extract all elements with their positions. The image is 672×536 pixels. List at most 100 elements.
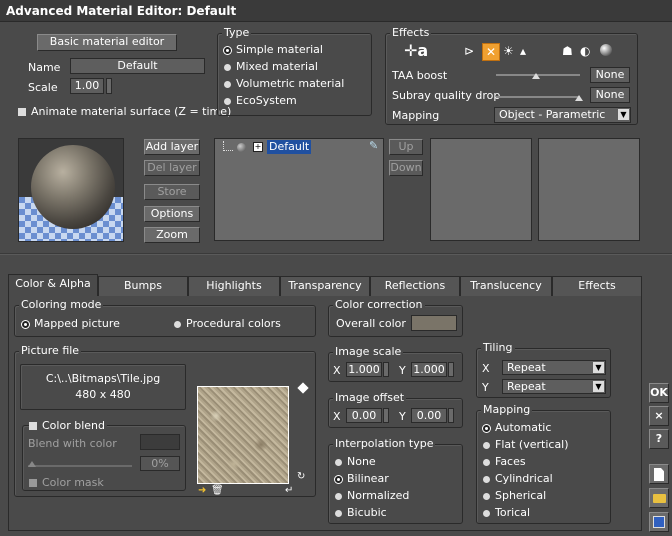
down-button[interactable]: Down — [389, 160, 423, 176]
material-preview[interactable] — [18, 138, 124, 242]
radio-icon[interactable] — [335, 475, 342, 483]
tab-transparency[interactable]: Transparency — [280, 276, 370, 296]
radio-icon[interactable] — [224, 63, 231, 71]
save-disk-icon[interactable] — [649, 512, 669, 532]
mapping-spherical[interactable]: Spherical — [483, 489, 546, 502]
layer-tree[interactable]: + Default ✎ — [214, 138, 384, 241]
radio-icon[interactable] — [483, 509, 490, 517]
checkbox-icon[interactable] — [29, 479, 37, 487]
mapping-flat[interactable]: Flat (vertical) — [483, 438, 569, 451]
offset-x-field[interactable]: 0.00 — [346, 408, 382, 423]
terrain-icon[interactable]: ▴ — [520, 44, 534, 58]
radio-icon[interactable] — [224, 46, 231, 54]
chevron-down-icon[interactable]: ▼ — [593, 362, 604, 373]
mapping-cylindrical[interactable]: Cylindrical — [483, 472, 553, 485]
scale-y-field[interactable]: 1.000 — [411, 362, 447, 377]
mapping-faces[interactable]: Faces — [483, 455, 526, 468]
tab-effects[interactable]: Effects — [552, 276, 642, 296]
return-icon[interactable]: ↵ — [285, 486, 295, 496]
radio-icon[interactable] — [483, 492, 490, 500]
tab-reflections[interactable]: Reflections — [370, 276, 460, 296]
light-icon[interactable]: ☀ — [503, 44, 517, 58]
add-layer-button[interactable]: Add layer — [144, 139, 200, 155]
color-blend-checkbox[interactable]: Color blend — [29, 419, 107, 432]
type-option-volumetric[interactable]: Volumetric material — [224, 77, 344, 90]
store-button[interactable]: Store — [144, 184, 200, 200]
basic-editor-button[interactable]: Basic material editor — [37, 34, 177, 51]
close-button[interactable]: × — [649, 406, 669, 426]
rotate-icon[interactable]: ↻ — [297, 472, 307, 482]
mapping-automatic[interactable]: Automatic — [483, 421, 551, 434]
up-button[interactable]: Up — [389, 139, 423, 155]
interp-bicubic[interactable]: Bicubic — [335, 506, 387, 519]
coloring-procedural[interactable]: Procedural colors — [174, 317, 281, 330]
interp-normalized[interactable]: Normalized — [335, 489, 409, 502]
animate-checkbox[interactable]: Animate material surface (Z = time) — [18, 105, 231, 118]
blend-percent[interactable]: 0% — [140, 456, 180, 471]
radio-icon[interactable] — [483, 475, 490, 483]
raytrace-icon[interactable]: ⊳ — [464, 44, 478, 58]
radio-icon[interactable] — [224, 97, 231, 105]
chevron-down-icon[interactable]: ▼ — [593, 381, 604, 392]
tab-bumps[interactable]: Bumps — [98, 276, 188, 296]
tiling-y-dropdown[interactable]: Repeat ▼ — [502, 379, 606, 394]
del-layer-button[interactable]: Del layer — [144, 160, 200, 176]
tab-color-alpha[interactable]: Color & Alpha — [8, 274, 98, 296]
subray-slider[interactable] — [496, 96, 580, 98]
ok-button[interactable]: OK — [649, 383, 669, 403]
layer-expand-icon[interactable]: + — [253, 142, 263, 152]
checkbox-icon[interactable] — [18, 108, 26, 116]
blend-color-swatch[interactable] — [140, 434, 180, 450]
new-file-icon[interactable] — [649, 464, 669, 484]
picture-info-box[interactable]: C:\..\Bitmaps\Tile.jpg 480 x 480 — [20, 364, 186, 410]
radio-icon[interactable] — [335, 509, 342, 517]
radio-icon[interactable] — [483, 441, 490, 449]
scale-spinner[interactable] — [106, 78, 112, 94]
figure-icon[interactable]: ☗ — [562, 44, 576, 58]
chevron-down-icon[interactable]: ▼ — [618, 109, 629, 120]
type-option-mixed[interactable]: Mixed material — [224, 60, 318, 73]
radio-icon[interactable] — [22, 320, 29, 328]
radio-icon[interactable] — [224, 80, 231, 88]
trash-icon[interactable]: 🗑 — [211, 486, 224, 496]
texture-icon[interactable]: ✕ — [482, 43, 500, 61]
taa-slider[interactable] — [496, 74, 580, 76]
scale-field[interactable]: 1.00 — [70, 78, 104, 94]
sphere-icon[interactable] — [600, 44, 612, 56]
interp-none[interactable]: None — [335, 455, 376, 468]
tiling-x-dropdown[interactable]: Repeat ▼ — [502, 360, 606, 375]
subray-value[interactable]: None — [590, 87, 630, 103]
radio-icon[interactable] — [174, 320, 181, 328]
scale-y-spinner[interactable] — [448, 362, 454, 377]
type-option-simple[interactable]: Simple material — [224, 43, 323, 56]
open-folder-icon[interactable] — [649, 488, 669, 508]
scale-x-spinner[interactable] — [383, 362, 389, 377]
texture-thumbnail[interactable] — [197, 386, 289, 484]
overall-color-swatch[interactable] — [411, 315, 457, 331]
tab-highlights[interactable]: Highlights — [188, 276, 280, 296]
offset-y-field[interactable]: 0.00 — [411, 408, 447, 423]
help-button[interactable]: ? — [649, 429, 669, 449]
mapping-torical[interactable]: Torical — [483, 506, 530, 519]
interp-bilinear[interactable]: Bilinear — [335, 472, 389, 485]
tree-item-default[interactable]: Default — [267, 140, 312, 154]
radio-icon[interactable] — [483, 424, 490, 432]
load-arrow-icon[interactable]: ➜ — [198, 486, 208, 496]
offset-x-spinner[interactable] — [383, 408, 389, 423]
radio-icon[interactable] — [335, 458, 342, 466]
coloring-mapped[interactable]: Mapped picture — [22, 317, 120, 330]
zoom-button[interactable]: Zoom — [144, 227, 200, 243]
radio-icon[interactable] — [335, 492, 342, 500]
scale-x-field[interactable]: 1.000 — [346, 362, 382, 377]
name-field[interactable]: Default — [70, 58, 205, 74]
transform-icon[interactable]: ✛a — [404, 43, 440, 59]
offset-y-spinner[interactable] — [448, 408, 454, 423]
taa-value[interactable]: None — [590, 67, 630, 83]
checkbox-icon[interactable] — [29, 422, 37, 430]
type-option-ecosystem[interactable]: EcoSystem — [224, 94, 297, 107]
radio-icon[interactable] — [483, 458, 490, 466]
options-button[interactable]: Options — [144, 206, 200, 222]
edit-pencil-icon[interactable]: ✎ — [369, 140, 381, 152]
blend-slider[interactable] — [28, 465, 132, 467]
color-mask-checkbox[interactable]: Color mask — [29, 476, 104, 489]
